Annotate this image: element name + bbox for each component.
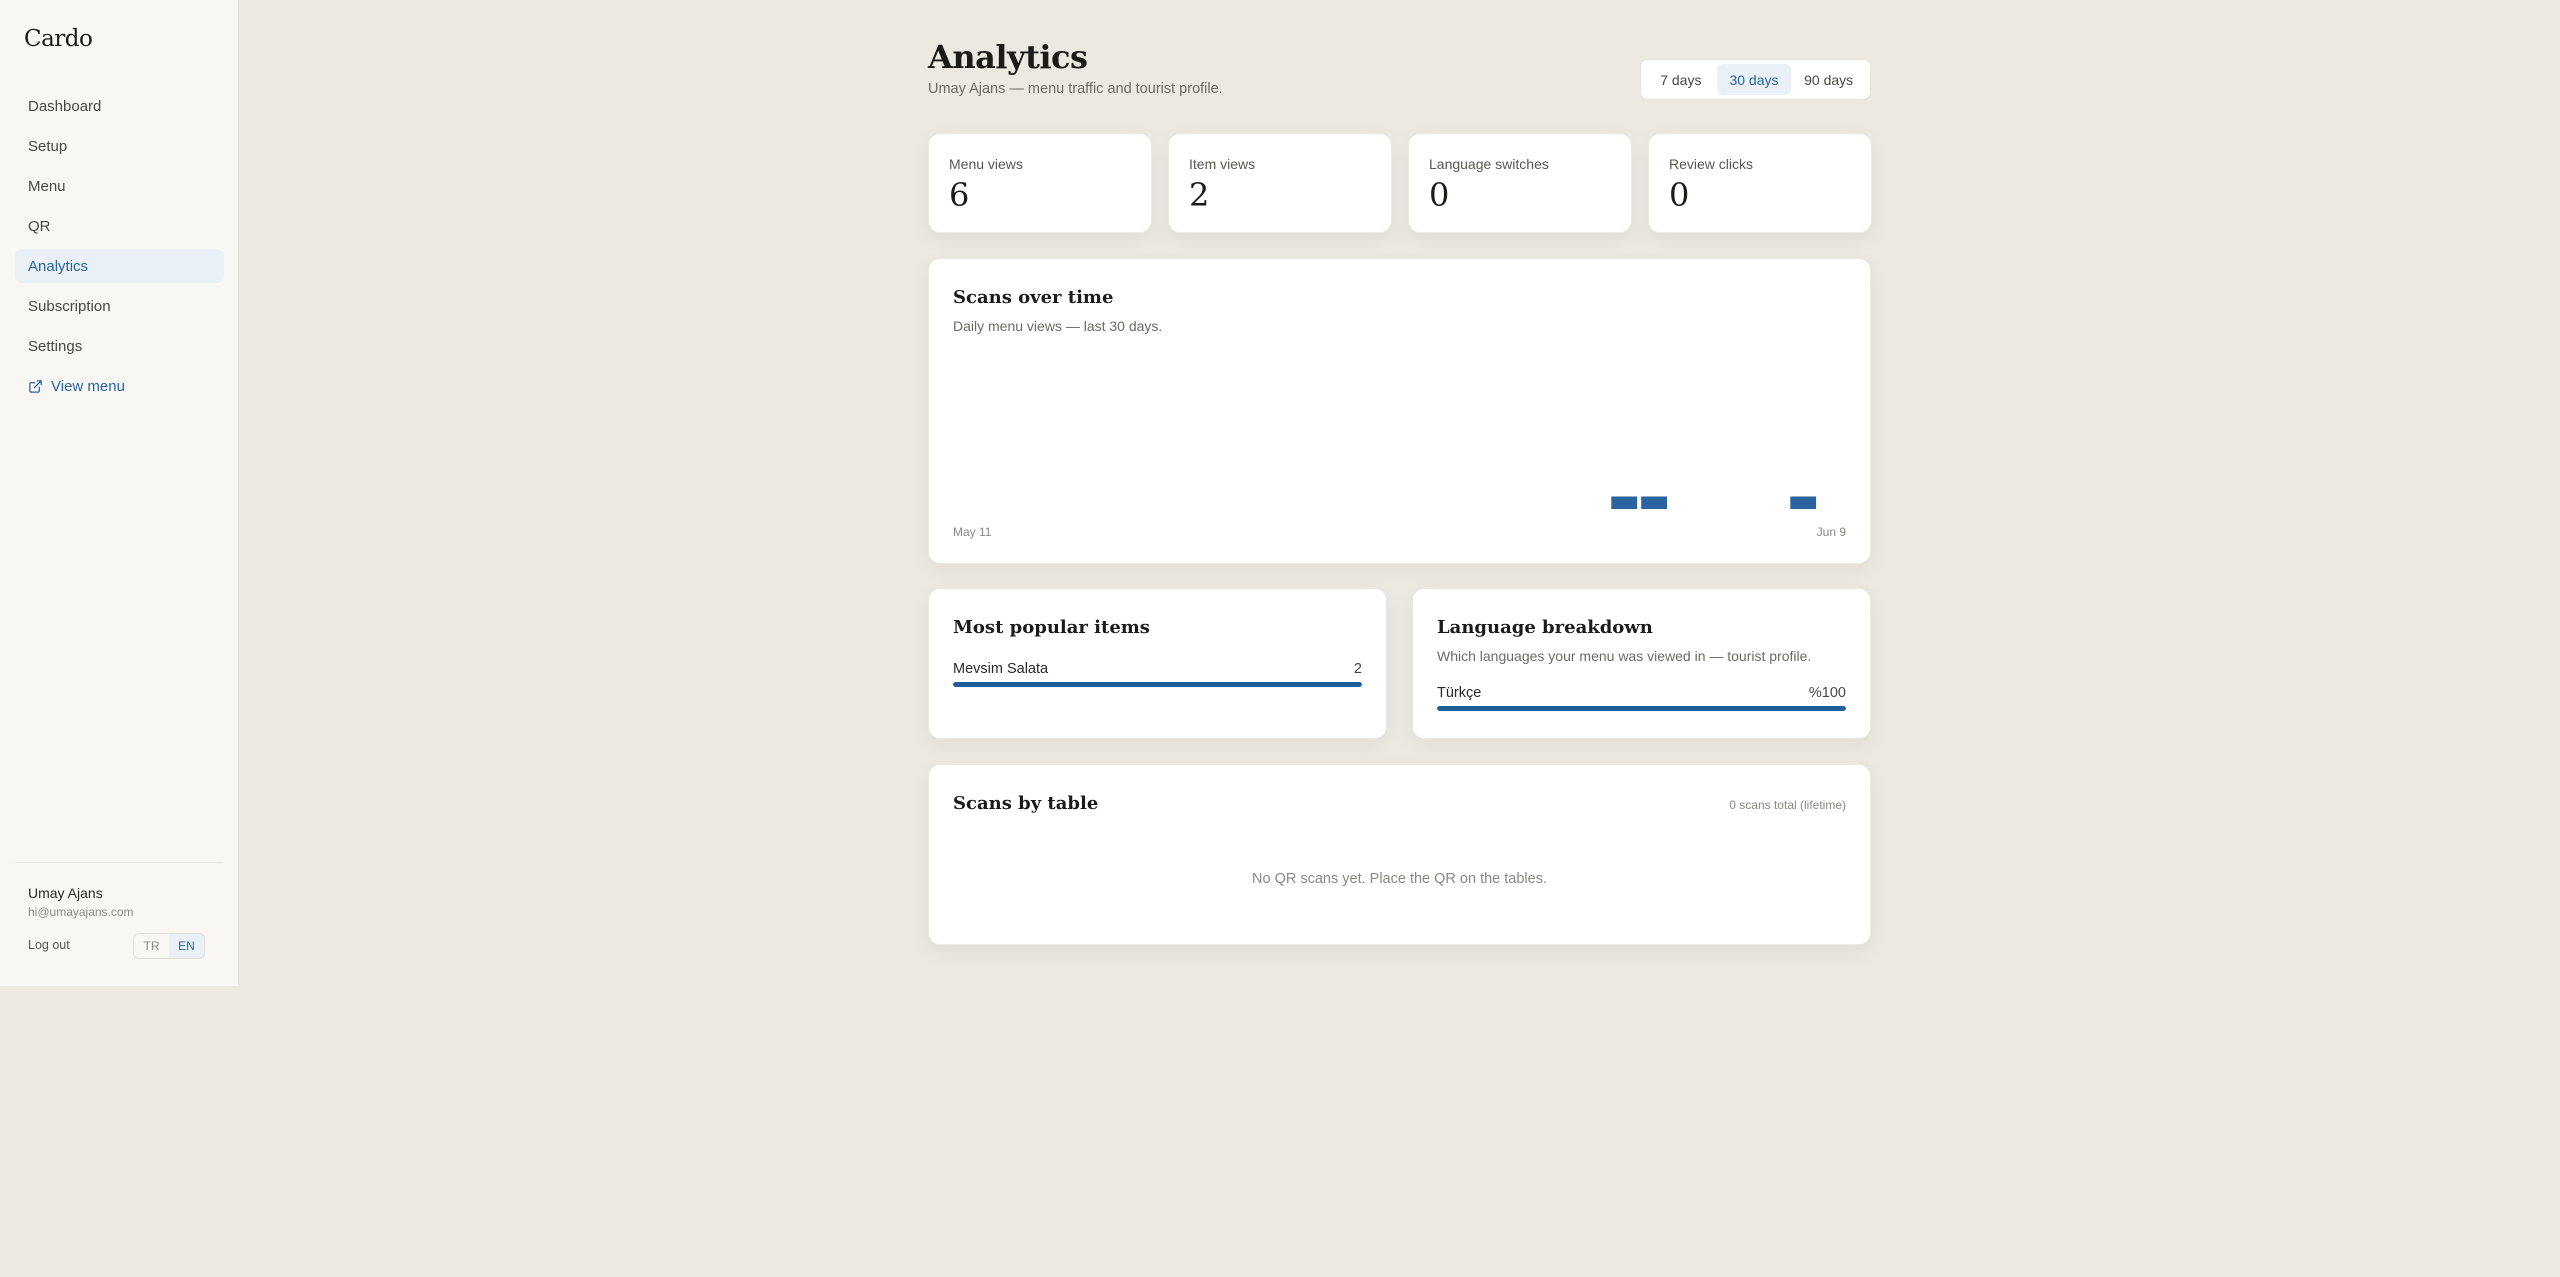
range-90-days-button[interactable]: 90 days <box>1791 64 1866 95</box>
chart-bar-jun-2 <box>1611 496 1638 509</box>
empty-state-message: No QR scans yet. Place the QR on the tab… <box>1252 871 1547 887</box>
most-popular-items-card: Most popular items Mevsim Salata 2 <box>928 588 1387 739</box>
chart-bar-jun-4 <box>1671 507 1697 509</box>
user-email: hi@umayajans.com <box>28 905 134 919</box>
item-bar-track <box>953 682 1362 687</box>
scans-chart <box>955 496 1846 509</box>
language-row: Türkçe %100 <box>1437 685 1846 711</box>
card-title: Scans over time <box>953 287 1114 308</box>
chart-bar-may-29 <box>1492 507 1518 509</box>
x-axis-start-label: May 11 <box>953 525 992 539</box>
external-link-icon <box>29 379 42 393</box>
chart-bar-jun-9 <box>1820 507 1846 509</box>
chart-bar-may-28 <box>1462 507 1488 509</box>
stat-card-language-switches: Language switches 0 <box>1408 133 1632 233</box>
chart-bar-jun-6 <box>1731 507 1757 509</box>
scans-by-table-card: Scans by table 0 scans total (lifetime) … <box>928 764 1871 945</box>
card-subtitle: Daily menu views — last 30 days. <box>953 318 1163 334</box>
chart-bar-may-19 <box>1194 507 1220 509</box>
stat-value: 2 <box>1189 176 1210 214</box>
lang-en-button[interactable]: EN <box>169 934 204 958</box>
chart-bar-may-15 <box>1074 507 1100 509</box>
stat-card-review-clicks: Review clicks 0 <box>1648 133 1872 233</box>
language-switcher: TR EN <box>133 933 205 959</box>
chart-bar-may-16 <box>1104 507 1130 509</box>
sidebar-item-analytics[interactable]: Analytics <box>15 249 224 283</box>
chart-bar-may-31 <box>1552 507 1578 509</box>
sidebar-item-dashboard[interactable]: Dashboard <box>15 89 224 123</box>
card-title: Scans by table <box>953 793 1099 814</box>
chart-bar-may-21 <box>1253 507 1279 509</box>
stat-card-item-views: Item views 2 <box>1168 133 1392 233</box>
logout-button[interactable]: Log out <box>28 938 70 952</box>
range-7-days-button[interactable]: 7 days <box>1645 64 1717 95</box>
range-30-days-button[interactable]: 30 days <box>1716 64 1792 95</box>
chart-bar-may-17 <box>1134 507 1160 509</box>
app-logo[interactable]: Cardo <box>24 26 93 52</box>
chart-bar-jun-7 <box>1761 507 1787 509</box>
chart-bar-may-22 <box>1283 507 1309 509</box>
lang-tr-button[interactable]: TR <box>134 934 169 958</box>
sidebar-item-settings[interactable]: Settings <box>15 329 224 363</box>
date-range-selector: 7 days 30 days 90 days <box>1640 59 1871 100</box>
stat-label: Language switches <box>1429 156 1549 172</box>
sidebar-divider <box>15 862 223 863</box>
chart-bar-may-11 <box>955 507 981 509</box>
view-menu-label: View menu <box>51 377 125 395</box>
stat-label: Item views <box>1189 156 1256 172</box>
user-name: Umay Ajans <box>28 885 103 901</box>
chart-bar-may-13 <box>1015 507 1041 509</box>
stat-card-menu-views: Menu views 6 <box>928 133 1152 233</box>
chart-bar-may-25 <box>1373 507 1399 509</box>
chart-bar-may-18 <box>1164 507 1190 509</box>
popular-item-row: Mevsim Salata 2 <box>953 661 1362 687</box>
sidebar-item-setup[interactable]: Setup <box>15 129 224 163</box>
language-name: Türkçe <box>1437 685 1482 701</box>
sidebar-item-qr[interactable]: QR <box>15 209 224 243</box>
page-subtitle: Umay Ajans — menu traffic and tourist pr… <box>928 81 1223 97</box>
scans-total-meta: 0 scans total (lifetime) <box>1729 798 1846 812</box>
stat-label: Menu views <box>949 156 1023 172</box>
sidebar-nav: Dashboard Setup Menu QR Analytics Subscr… <box>15 89 224 403</box>
x-axis-end-label: Jun 9 <box>1816 525 1846 539</box>
chart-bar-jun-8 <box>1790 496 1817 509</box>
chart-bar-may-20 <box>1224 507 1250 509</box>
item-count: 2 <box>1353 661 1362 677</box>
language-breakdown-card: Language breakdown Which languages your … <box>1412 588 1871 739</box>
stat-value: 6 <box>949 176 970 214</box>
chart-bar-may-24 <box>1343 507 1369 509</box>
sidebar: Cardo Dashboard Setup Menu QR Analytics … <box>0 0 239 986</box>
chart-bar-may-26 <box>1403 507 1429 509</box>
page-title: Analytics <box>928 38 1088 76</box>
stat-label: Review clicks <box>1669 156 1754 172</box>
stat-value: 0 <box>1429 176 1450 214</box>
stat-value: 0 <box>1669 176 1690 214</box>
language-bar-track <box>1437 706 1846 711</box>
chart-bar-jun-3 <box>1641 496 1667 509</box>
card-title: Language breakdown <box>1437 617 1653 638</box>
card-subtitle: Which languages your menu was viewed in … <box>1437 648 1812 664</box>
view-menu-link[interactable]: View menu <box>15 369 224 403</box>
chart-bar-may-30 <box>1522 507 1548 509</box>
item-bar-fill <box>953 682 1362 687</box>
chart-bar-may-14 <box>1045 507 1071 509</box>
chart-bar-may-23 <box>1313 507 1339 509</box>
language-percent: %100 <box>1808 685 1846 701</box>
sidebar-item-subscription[interactable]: Subscription <box>15 289 224 323</box>
language-bar-fill <box>1437 706 1846 711</box>
chart-bar-jun-1 <box>1582 507 1608 509</box>
chart-bar-jun-5 <box>1701 507 1727 509</box>
card-title: Most popular items <box>953 617 1150 638</box>
chart-bar-may-12 <box>985 507 1011 509</box>
sidebar-item-menu[interactable]: Menu <box>15 169 224 203</box>
scans-over-time-card: Scans over time Daily menu views — last … <box>928 258 1871 564</box>
chart-bar-may-27 <box>1432 507 1458 509</box>
item-name: Mevsim Salata <box>953 661 1049 677</box>
